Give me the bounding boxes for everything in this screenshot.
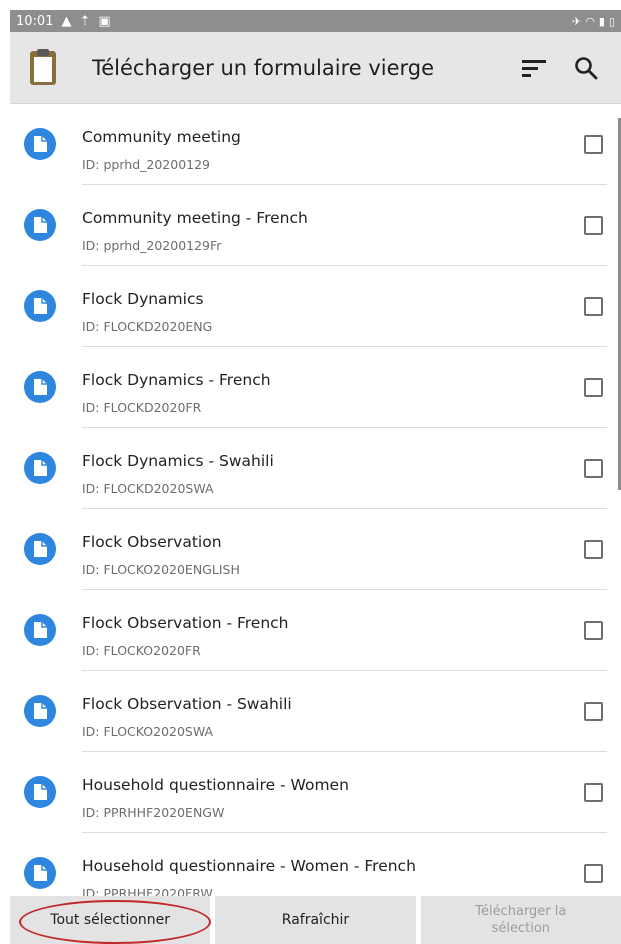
form-icon [24, 371, 56, 403]
form-checkbox[interactable] [584, 864, 603, 883]
form-name: Flock Observation [82, 533, 222, 551]
form-id: ID: FLOCKO2020FR [82, 643, 201, 658]
form-name: Flock Observation - Swahili [82, 695, 292, 713]
form-name: Household questionnaire - Women [82, 776, 349, 794]
form-checkbox[interactable] [584, 135, 603, 154]
select-all-button[interactable]: Tout sélectionner [10, 896, 211, 944]
form-list-item[interactable]: Flock Observation ID: FLOCKO2020ENGLISH [10, 509, 621, 590]
download-label-line1: Télécharger la [475, 904, 567, 919]
form-list-item[interactable]: Flock Observation - Swahili ID: FLOCKO202… [10, 671, 621, 752]
nfc-icon: ✈ [572, 14, 582, 28]
form-icon [24, 452, 56, 484]
form-id: ID: FLOCKO2020SWA [82, 724, 214, 739]
form-id: ID: FLOCKO2020ENGLISH [82, 562, 240, 577]
status-time: 10:01 [16, 13, 54, 29]
form-icon [24, 128, 56, 160]
form-id: ID: FLOCKD2020ENG [82, 319, 213, 334]
status-bar: 10:01 ▲ ⇡ ▣ ✈ ◠ ▮ ▯ [10, 10, 621, 32]
form-checkbox[interactable] [584, 297, 603, 316]
form-list-item[interactable]: Flock Dynamics ID: FLOCKD2020ENG [10, 266, 621, 347]
form-list-item[interactable]: Flock Dynamics - French ID: FLOCKD2020FR [10, 347, 621, 428]
refresh-button[interactable]: Rafraîchir [215, 896, 416, 944]
form-list-item[interactable]: Household questionnaire - Women ID: PPRHH… [10, 752, 621, 833]
form-checkbox[interactable] [584, 702, 603, 721]
form-icon [24, 776, 56, 808]
form-name: Flock Dynamics - French [82, 371, 271, 389]
form-list-item[interactable]: Flock Observation - French ID: FLOCKO2020… [10, 590, 621, 671]
warning-icon: ▲ [61, 13, 72, 29]
form-id: ID: pprhd_20200129 [82, 157, 211, 172]
form-icon [24, 695, 56, 727]
form-checkbox[interactable] [584, 459, 603, 478]
form-id: ID: FLOCKD2020SWA [82, 481, 214, 496]
form-icon [24, 209, 56, 241]
form-id: ID: PPRHHF2020ENGW [82, 805, 225, 820]
download-label-line2: sélection [491, 921, 551, 936]
form-name: Community meeting [82, 128, 241, 146]
form-icon [24, 290, 56, 322]
form-checkbox[interactable] [584, 783, 603, 802]
image-icon: ▣ [98, 13, 111, 29]
form-id: ID: pprhd_20200129Fr [82, 238, 222, 253]
app-toolbar: Télécharger un formulaire vierge [10, 32, 621, 104]
clipboard-icon [30, 48, 56, 85]
form-checkbox[interactable] [584, 378, 603, 397]
form-name: Flock Dynamics [82, 290, 204, 308]
form-icon [24, 614, 56, 646]
form-icon [24, 857, 56, 889]
form-list-item[interactable]: Flock Dynamics - Swahili ID: FLOCKD2020SW… [10, 428, 621, 509]
form-icon [24, 533, 56, 565]
form-name: Flock Observation - French [82, 614, 289, 632]
page-title: Télécharger un formulaire vierge [92, 55, 435, 80]
form-checkbox[interactable] [584, 216, 603, 235]
sort-button[interactable] [517, 51, 551, 85]
form-list-item[interactable]: Community meeting - French ID: pprhd_2020… [10, 185, 621, 266]
form-name: Community meeting - French [82, 209, 308, 227]
form-name: Flock Dynamics - Swahili [82, 452, 274, 470]
battery-icon: ▯ [608, 14, 615, 28]
bottom-action-bar: Tout sélectionner Rafraîchir Télécharger… [10, 896, 621, 944]
signal-icon: ▮ [598, 14, 605, 28]
form-list-item[interactable]: Community meeting ID: pprhd_20200129 [10, 104, 621, 185]
form-name: Household questionnaire - Women - French [82, 857, 416, 875]
form-list: Community meeting ID: pprhd_20200129 Commu… [10, 104, 621, 914]
form-checkbox[interactable] [584, 540, 603, 559]
form-id: ID: FLOCKD2020FR [82, 400, 202, 415]
sort-icon [522, 59, 546, 77]
wifi-icon: ◠ [585, 14, 595, 28]
search-icon [575, 56, 598, 79]
form-checkbox[interactable] [584, 621, 603, 640]
search-button[interactable] [569, 51, 603, 85]
upload-icon: ⇡ [79, 13, 91, 29]
download-selection-button[interactable]: Télécharger la sélection [420, 896, 621, 944]
